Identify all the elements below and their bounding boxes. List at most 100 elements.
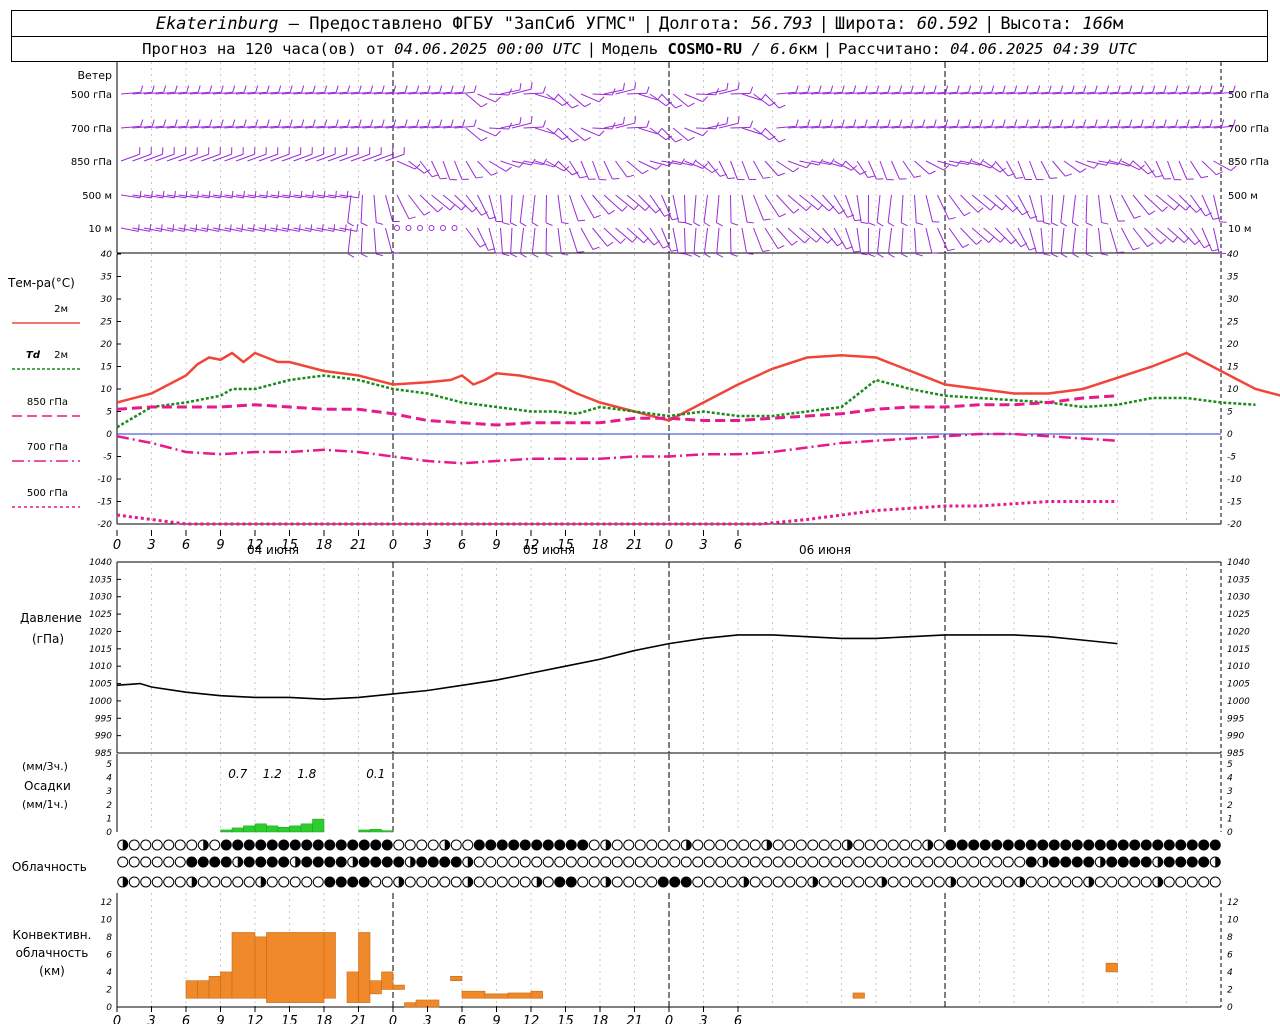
- wind-barb-staff: [695, 93, 716, 96]
- convective-bar: [381, 971, 394, 990]
- wind-barb-staff: [703, 194, 708, 223]
- wind-barb-flag: [1015, 177, 1023, 179]
- cloud-circle: [646, 876, 658, 888]
- cloud-circle: [473, 876, 485, 888]
- cloud-circle: [634, 839, 646, 851]
- cloud-circle: [554, 856, 566, 868]
- precip-amount-label: 0.7: [228, 767, 247, 781]
- cloud-circle: [864, 876, 876, 888]
- y-tick-label-right: 5: [1227, 408, 1233, 418]
- wind-barb-flag: [779, 213, 786, 218]
- cloud-circle: [1129, 856, 1141, 868]
- cloud-circle: [910, 876, 922, 888]
- wind-barb-flag: [1072, 253, 1079, 258]
- wind-barb-flag: [185, 190, 188, 198]
- wind-level-label-right: 500 м: [1228, 191, 1258, 202]
- precip-amount-label: 1.8: [297, 767, 316, 781]
- wind-barb-flag: [943, 165, 950, 171]
- wind-barb-staff: [1050, 194, 1053, 223]
- y-tick-label-right: 12: [1227, 898, 1239, 908]
- wind-level-label-right: 10 м: [1228, 224, 1251, 235]
- cloud-circle: [174, 876, 186, 888]
- cloud-circle: [1106, 839, 1118, 851]
- wind-barb-flag: [346, 190, 349, 198]
- y-tick-label-right: 5: [1227, 760, 1233, 770]
- wind-barb-flag: [1163, 85, 1167, 93]
- wind-barb-flag: [688, 102, 695, 108]
- wind-barb-staff: [753, 194, 764, 221]
- wind-barb-flag: [1174, 204, 1180, 211]
- cloud-half: [686, 840, 692, 850]
- convective-bar: [208, 976, 221, 999]
- wind-barb-flag: [1043, 222, 1051, 225]
- y-tick-label-right: 1: [1227, 814, 1233, 824]
- y-tick-label-right: 1020: [1227, 627, 1250, 637]
- wind-barb-staff: [1213, 194, 1221, 222]
- cloud-circle: [1083, 839, 1095, 851]
- wind-barb-flag: [1048, 85, 1052, 93]
- cloud-circle: [370, 876, 382, 888]
- wind-barb-staff: [304, 153, 324, 162]
- wind-barb-flag: [1209, 119, 1213, 127]
- wind-barb-staff: [1109, 227, 1118, 253]
- cloud-circle: [163, 856, 175, 868]
- wind-barb-flag: [888, 253, 895, 258]
- wind-barb-staff: [347, 227, 352, 254]
- cloud-circle: [1094, 839, 1106, 851]
- cloud-circle: [772, 839, 784, 851]
- wind-barb-flag: [841, 119, 845, 127]
- cloud-circle: [1060, 876, 1072, 888]
- wind-barb-staff: [396, 194, 410, 220]
- wind-barb-flag: [868, 253, 876, 258]
- cloud-circle: [945, 856, 957, 868]
- wind-barb-flag: [1037, 119, 1041, 127]
- cloud-circle: [784, 839, 796, 851]
- wind-barb-flag: [777, 245, 785, 249]
- wind-barb-staff: [703, 227, 708, 254]
- wind-barb-staff: [994, 160, 1009, 177]
- wind-barb-staff: [615, 122, 635, 129]
- wind-barb-flag: [545, 222, 553, 226]
- wind-barb-staff: [396, 160, 416, 170]
- cloud-circle: [1106, 876, 1118, 888]
- wind-barb-flag: [990, 204, 996, 211]
- cloud-circle: [485, 856, 497, 868]
- cloud-circle: [1117, 839, 1129, 851]
- wind-barb-flag: [220, 190, 222, 198]
- x-tick-label: 9: [216, 1014, 224, 1024]
- cloud-circle: [450, 839, 462, 851]
- precip-bar: [277, 826, 290, 833]
- wind-barb-flag: [1101, 253, 1109, 256]
- wind-barb-flag: [945, 119, 949, 127]
- wind-barb-flag: [312, 119, 316, 127]
- wind-barb-staff: [879, 160, 888, 180]
- wind-barb-staff: [592, 160, 600, 180]
- cloud-circle: [611, 839, 623, 851]
- y-tick-label: 35: [101, 273, 113, 283]
- wind-barb-flag: [1198, 85, 1202, 93]
- cloud-circle: [807, 839, 819, 851]
- cloud-circle: [117, 856, 129, 868]
- wind-barb-flag: [532, 253, 539, 258]
- wind-barb-flag: [675, 138, 683, 143]
- wind-barb-staff: [477, 160, 492, 176]
- wind-barb-staff: [1132, 227, 1148, 247]
- y-tick-label: -10: [97, 475, 112, 485]
- wind-barb-staff: [293, 153, 313, 162]
- wind-barb-staff: [810, 194, 830, 212]
- cloud-circle: [830, 876, 842, 888]
- wind-barb-flag: [1155, 175, 1163, 178]
- wind-barb-flag: [1048, 119, 1052, 127]
- wind-barb-flag: [232, 85, 236, 93]
- wind-barb-flag: [677, 252, 686, 255]
- x-tick-label: 3: [423, 1014, 431, 1024]
- wind-barb-staff: [557, 194, 563, 223]
- wind-barb-flag: [864, 85, 868, 93]
- conv-ylabel-line: облачность: [16, 946, 89, 960]
- wind-barb-staff: [937, 194, 950, 220]
- cloud-circle: [1117, 856, 1129, 868]
- wind-barb-staff: [1201, 160, 1217, 176]
- cloud-circle: [324, 839, 336, 851]
- wind-barb-flag: [1186, 85, 1190, 93]
- wind-barb-flag: [962, 243, 970, 248]
